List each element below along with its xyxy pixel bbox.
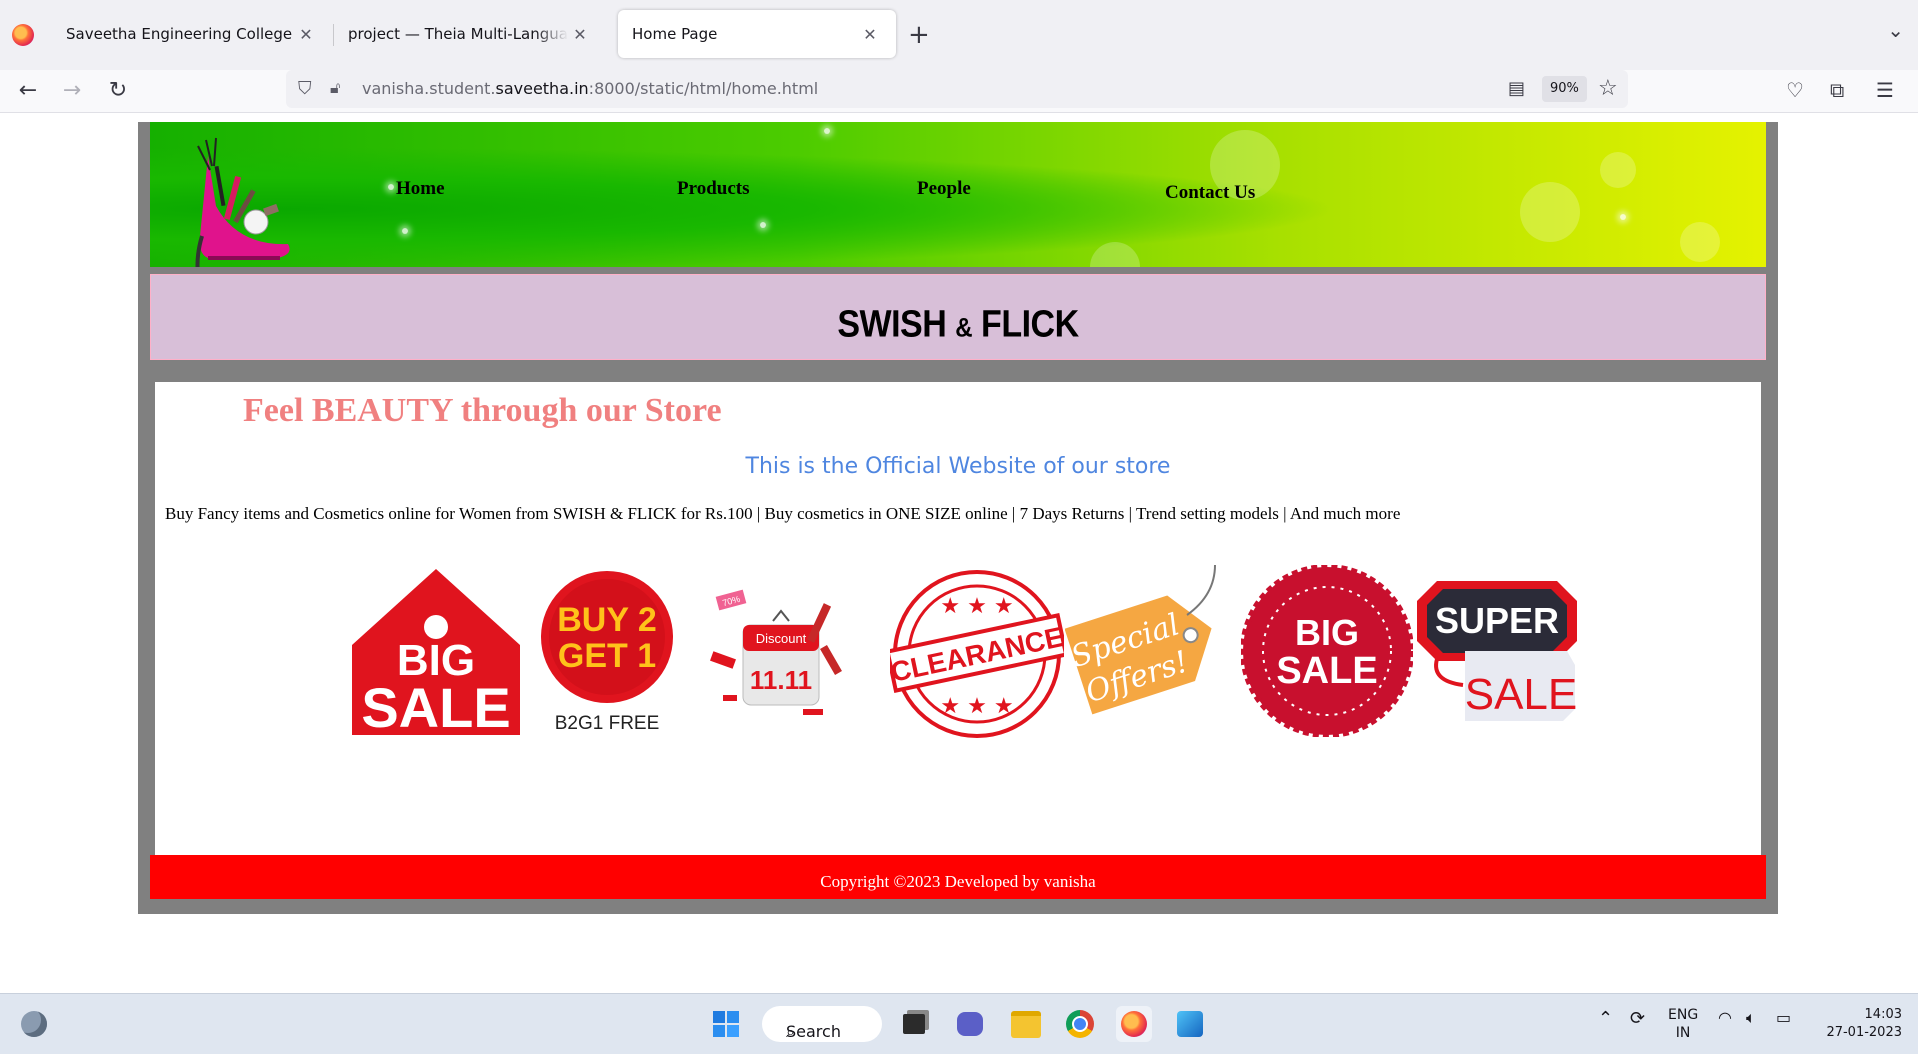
reload-icon[interactable]: ↻: [102, 74, 134, 106]
task-view-icon[interactable]: [896, 1006, 932, 1042]
badge-text: SALE: [1276, 650, 1377, 692]
bokeh-bubble: [1520, 182, 1580, 242]
sync-icon[interactable]: ⟳: [1630, 1008, 1645, 1029]
sparkle: [1620, 214, 1626, 220]
badge-text: GET 1: [558, 637, 656, 675]
page-footer: Copyright ©2023 Developed by vanisha: [150, 855, 1766, 899]
reader-view-icon[interactable]: ▤: [1508, 78, 1525, 99]
offer-badges: BIG SALE BUY 2 GET 1 B2G1 FREE Discount …: [155, 565, 1761, 745]
tab-saveetha[interactable]: Saveetha Engineering College ✕: [52, 10, 332, 58]
big-sale-seal-badge: BIG SALE: [1241, 565, 1413, 737]
svg-text:★ ★ ★: ★ ★ ★: [940, 594, 1013, 619]
clearance-stamp-badge: ★ ★ ★ ★ ★ ★ CLEARANCE: [890, 570, 1064, 738]
close-icon[interactable]: ✕: [858, 25, 882, 44]
url-text[interactable]: vanisha.student.saveetha.in:8000/static/…: [362, 79, 818, 98]
buy2-get1-badge: BUY 2 GET 1 B2G1 FREE: [541, 571, 673, 734]
chevron-down-icon[interactable]: ⌄: [1887, 18, 1904, 42]
battery-icon[interactable]: ▭: [1776, 1008, 1791, 1027]
chrome-icon[interactable]: [1062, 1006, 1098, 1042]
page-frame: Home Products People Contact Us SWISH & …: [138, 122, 1778, 914]
nav-people-link[interactable]: People: [917, 178, 971, 200]
badge-text: SUPER: [1435, 600, 1559, 641]
nav-contact-link[interactable]: Contact Us: [1165, 182, 1255, 204]
super-sale-badge: SUPER SALE: [1417, 581, 1578, 721]
nav-products-link[interactable]: Products: [677, 178, 749, 200]
special-offers-tag-badge: Special Offers!: [1065, 565, 1216, 715]
speaker-icon[interactable]: 🔈︎: [1746, 1008, 1756, 1028]
tab-title: Saveetha Engineering College: [66, 25, 293, 43]
bookmark-star-icon[interactable]: ☆: [1598, 76, 1618, 101]
firefox-taskbar-icon[interactable]: [1116, 1006, 1152, 1042]
official-website-text: This is the Official Website of our stor…: [745, 454, 1171, 479]
discount-calendar-badge: Discount 11.11 70%: [710, 589, 842, 715]
bokeh-bubble: [1090, 242, 1140, 267]
photos-app-icon[interactable]: [1172, 1006, 1208, 1042]
back-arrow-icon[interactable]: ←: [12, 74, 44, 106]
high-heel-shoe-logo-icon: [195, 137, 290, 267]
new-tab-plus-icon[interactable]: +: [908, 20, 930, 50]
big-sale-tag-badge: BIG SALE: [352, 569, 520, 737]
store-description: Buy Fancy items and Cosmetics online for…: [165, 504, 1401, 523]
navigation-toolbar: ← → ↻ ⛉ 🔓︎ vanisha.student.saveetha.in:8…: [0, 70, 1918, 113]
chevron-up-icon[interactable]: ⌃: [1598, 1008, 1613, 1029]
main-content: Feel BEAUTY through our Store This is th…: [155, 382, 1761, 856]
sparkle: [760, 222, 766, 228]
zoom-level-badge[interactable]: 90%: [1542, 76, 1587, 102]
forward-arrow-icon[interactable]: →: [56, 74, 88, 106]
language-code: ENG: [1668, 1007, 1699, 1023]
nav-home-link[interactable]: Home: [396, 178, 445, 200]
hamburger-menu-icon[interactable]: ☰: [1876, 78, 1894, 102]
tab-title: Home Page: [632, 25, 718, 43]
clock-time: 14:03: [1864, 1007, 1902, 1022]
address-bar[interactable]: ⛉ 🔓︎ vanisha.student.saveetha.in:8000/st…: [286, 70, 1628, 108]
pocket-icon[interactable]: ♡: [1786, 78, 1804, 102]
tab-project[interactable]: project — Theia Multi-Language Ex ✕: [334, 10, 606, 58]
weather-widget-icon[interactable]: [16, 1006, 52, 1042]
windows-start-icon[interactable]: [708, 1006, 744, 1042]
badge-text: SALE: [1465, 670, 1578, 719]
firefox-logo-icon: [12, 24, 34, 46]
header-banner: Home Products People Contact Us: [150, 122, 1766, 267]
badge-text: 11.11: [750, 665, 812, 695]
language-indicator[interactable]: ENG IN: [1668, 1006, 1698, 1042]
region-code: IN: [1675, 1025, 1691, 1041]
windows-taskbar: ⌕ Search ⌃ ⟳ ENG IN ◠ 🔈︎ ▭ 14:03 27-01-2…: [0, 993, 1918, 1054]
badge-caption: B2G1 FREE: [555, 713, 660, 734]
file-explorer-icon[interactable]: [1008, 1006, 1044, 1042]
sparkle: [388, 184, 394, 190]
extensions-icon[interactable]: ⧉: [1830, 78, 1844, 102]
badge-text: Discount: [756, 631, 807, 646]
tab-strip: Saveetha Engineering College ✕ project —…: [0, 0, 1918, 70]
brand-name: SWISH & FLICK: [837, 302, 1079, 346]
clock[interactable]: 14:03 27-01-2023: [1812, 1006, 1902, 1042]
badge-text: BIG: [1295, 612, 1359, 653]
tab-home-page[interactable]: Home Page ✕: [618, 10, 896, 58]
badge-text: BUY 2: [557, 601, 657, 639]
close-icon[interactable]: ✕: [294, 25, 318, 44]
sparkle: [824, 128, 830, 134]
shield-icon[interactable]: ⛉: [298, 78, 312, 99]
tab-title: project — Theia Multi-Language Ex: [348, 25, 568, 43]
tagline-heading: Feel BEAUTY through our Store: [243, 392, 722, 429]
bokeh-bubble: [1680, 222, 1720, 262]
search-label: Search: [786, 1022, 841, 1041]
wifi-icon[interactable]: ◠: [1718, 1008, 1732, 1027]
teams-chat-icon[interactable]: [952, 1006, 988, 1042]
badge-text: SALE: [361, 676, 510, 737]
taskbar-search-box[interactable]: ⌕ Search: [762, 1006, 882, 1042]
bokeh-bubble: [1600, 152, 1636, 188]
close-icon[interactable]: ✕: [568, 25, 592, 44]
brand-title-bar: SWISH & FLICK: [150, 274, 1766, 360]
svg-text:★ ★ ★: ★ ★ ★: [940, 694, 1013, 719]
insecure-lock-icon[interactable]: 🔓︎: [330, 78, 340, 98]
clock-date: 27-01-2023: [1826, 1025, 1902, 1040]
sparkle: [402, 228, 408, 234]
